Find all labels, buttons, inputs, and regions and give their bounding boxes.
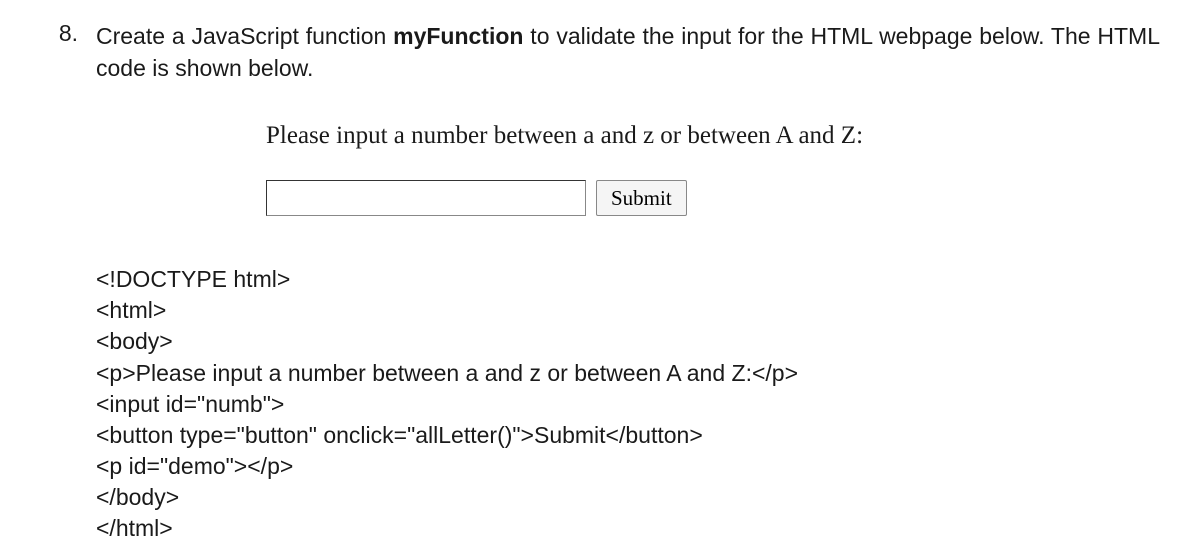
preview-label: Please input a number between a and z or…: [266, 122, 1160, 150]
code-line: <html>: [96, 295, 1160, 326]
question-text: Create a JavaScript function myFunction …: [96, 20, 1160, 84]
preview-input[interactable]: [266, 180, 586, 216]
code-line: </html>: [96, 513, 1160, 544]
preview-controls: Submit: [266, 180, 1160, 216]
question-container: 8. Create a JavaScript function myFuncti…: [40, 20, 1160, 544]
code-line: <p id="demo"></p>: [96, 451, 1160, 482]
question-text-part1: Create a JavaScript function: [96, 23, 393, 49]
code-line: <p>Please input a number between a and z…: [96, 358, 1160, 389]
question-bold-term: myFunction: [393, 23, 523, 49]
question-body: Create a JavaScript function myFunction …: [96, 20, 1160, 544]
question-number: 8.: [40, 20, 78, 47]
code-line: <button type="button" onclick="allLetter…: [96, 420, 1160, 451]
code-block: <!DOCTYPE html> <html> <body> <p>Please …: [96, 264, 1160, 543]
rendered-preview: Please input a number between a and z or…: [266, 122, 1160, 216]
code-line: <!DOCTYPE html>: [96, 264, 1160, 295]
code-line: <input id="numb">: [96, 389, 1160, 420]
code-line: </body>: [96, 482, 1160, 513]
code-line: <body>: [96, 326, 1160, 357]
submit-button[interactable]: Submit: [596, 180, 687, 216]
